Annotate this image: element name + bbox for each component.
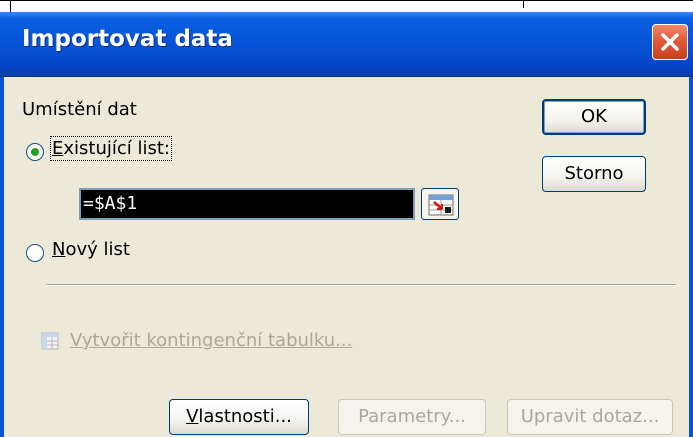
- existing-sheet-label-text: xistující list:: [63, 138, 170, 159]
- close-icon: [661, 33, 679, 51]
- new-sheet-label-text: ový list: [65, 239, 130, 260]
- dialog-title: Importovat data: [22, 26, 233, 52]
- new-sheet-label[interactable]: Nový list: [52, 239, 130, 260]
- properties-mnemonic: V: [186, 406, 199, 427]
- existing-sheet-radio[interactable]: [26, 143, 44, 161]
- background-sheet-gridline: [10, 0, 11, 12]
- title-bar[interactable]: Importovat data: [0, 12, 693, 77]
- reference-input[interactable]: =$A$1: [79, 188, 415, 220]
- ok-button[interactable]: OK: [542, 99, 646, 135]
- pivot-table-icon: [41, 332, 59, 350]
- radio-selected-dot: [31, 148, 39, 156]
- new-sheet-mnemonic: N: [52, 239, 66, 260]
- new-sheet-radio[interactable]: [26, 244, 44, 262]
- background-sheet-cell: [515, 0, 524, 8]
- properties-button[interactable]: Vlastnosti...: [169, 399, 309, 435]
- properties-label-text: lastnosti...: [198, 406, 292, 427]
- edit-query-button[interactable]: Upravit dotaz...: [507, 399, 673, 435]
- collapse-dialog-button[interactable]: [421, 188, 459, 220]
- placement-section-label: Umístění dat: [22, 99, 137, 120]
- existing-sheet-label[interactable]: Existující list:: [50, 136, 172, 161]
- close-button[interactable]: [652, 24, 688, 60]
- separator: [46, 284, 676, 286]
- import-data-dialog: Importovat data Umístění dat Existující …: [0, 12, 693, 437]
- collapse-dialog-icon: [428, 194, 454, 216]
- cancel-button[interactable]: Storno: [542, 156, 646, 192]
- dialog-body: Umístění dat Existující list: =$A$1 Nový…: [0, 77, 693, 437]
- existing-sheet-mnemonic: E: [52, 138, 64, 159]
- parameters-button[interactable]: Parametry...: [338, 399, 486, 435]
- create-pivot-table-label[interactable]: Vytvořit kontingenční tabulku...: [70, 330, 352, 351]
